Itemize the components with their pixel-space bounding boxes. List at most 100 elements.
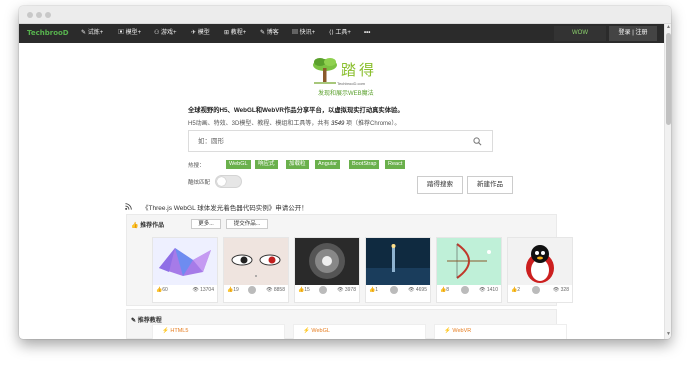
recommended-works-label: 推荐作品 [140, 223, 165, 229]
hot-tag-angular[interactable]: Angular [315, 160, 340, 169]
eyes-face-image [231, 254, 281, 277]
minimize-dot-icon[interactable] [36, 12, 42, 18]
submit-work-button[interactable]: 提交作品... [226, 219, 268, 229]
tutorial-category-label: WebVR [452, 328, 472, 334]
hot-search-label: 热搜： [188, 163, 205, 169]
hot-tag-react[interactable]: React [385, 160, 406, 169]
hot-tag-responsive[interactable]: 响应式 [255, 160, 278, 169]
nav-item-youxi[interactable]: ⚇ 游戏+ [154, 24, 177, 43]
view-count: 👁 8858 [266, 287, 285, 293]
recommended-works-panel: 👍 推荐作品 更多... 提交作品... 👍60 👁 13704 👍19 👁 8… [126, 214, 573, 306]
work-card-1[interactable]: 👍60 👁 13704 [152, 237, 218, 303]
work-thumbnail[interactable] [366, 238, 430, 285]
night-scene-image [366, 244, 430, 285]
recommended-works-title: 👍 推荐作品 [131, 220, 164, 229]
scroll-up-arrow-icon[interactable]: ▲ [665, 24, 671, 31]
tutorial-card-html5[interactable]: ⚡ HTML5 [152, 324, 285, 339]
tree-logo-icon [313, 58, 337, 84]
tade-search-button[interactable]: 踏得搜索 [417, 176, 463, 194]
view-count: 👁 3978 [337, 287, 356, 293]
work-thumbnail[interactable] [224, 238, 288, 285]
nav-item-moxing-2[interactable]: ✈ 模型 [191, 24, 210, 43]
work-card-3[interactable]: 👍15 👁 3978 [294, 237, 360, 303]
notice-link[interactable]: 《Three.js WebGL 球体发光着色器代码实例》申请公开！ [142, 202, 308, 212]
like-count: 👍60 [156, 287, 168, 293]
view-count-value: 4695 [415, 287, 427, 293]
login-register-link[interactable]: 登录 | 注册 [609, 26, 657, 41]
hot-tag-bootstrap[interactable]: BootStrap [349, 160, 380, 169]
intro-description: H5动画、特效、3D模型、教程、模组和工具等，共有 3549 项（推荐Chrom… [188, 118, 400, 127]
author-avatar[interactable] [248, 286, 256, 294]
intro-description-suffix: 项（推荐Chrome）。 [346, 121, 401, 127]
logo-slogan: 发现和展示WEB魔法 [318, 91, 374, 97]
view-count-value: 8858 [273, 287, 285, 293]
nav-item-shilian[interactable]: ✎ 试炼+ [81, 24, 103, 43]
like-count: 👍15 [298, 287, 310, 293]
nav-item-kuaixun[interactable]: ▤ 快讯+ [292, 24, 315, 43]
author-avatar[interactable] [461, 286, 469, 294]
work-card-4[interactable]: 👍1 👁 4695 [365, 237, 431, 303]
work-thumbnail[interactable] [437, 238, 501, 285]
like-count: 👍2 [511, 287, 521, 293]
work-thumbnail[interactable] [295, 238, 359, 285]
screenshot-stage: TechbrooD ✎ 试炼+ ▣ 模型+ ⚇ 游戏+ ✈ 模型 ⊞ 教程+ ✎… [0, 0, 690, 371]
low-poly-bird-image [159, 248, 211, 276]
create-work-button[interactable]: 新建作品 [467, 176, 513, 194]
tutorial-category-label: WebGL [311, 328, 330, 334]
tutorial-card-webgl[interactable]: ⚡ WebGL [293, 324, 426, 339]
pencil-icon: ✎ [131, 318, 137, 324]
hot-tag-loader[interactable]: 加载粒 [286, 160, 309, 169]
work-card-6[interactable]: 👍2 👁 328 [507, 237, 573, 303]
works-count: 3549 [331, 121, 345, 127]
window-titlebar [19, 6, 671, 24]
scroll-down-arrow-icon[interactable]: ▼ [665, 331, 671, 338]
page-scrollbar[interactable]: ▲ ▼ [664, 24, 671, 339]
bow-arrow-image [447, 243, 491, 279]
browser-window: TechbrooD ✎ 试炼+ ▣ 模型+ ⚇ 游戏+ ✈ 模型 ⊞ 教程+ ✎… [19, 6, 671, 339]
tutorial-card-webvr[interactable]: ⚡ WebVR [434, 324, 567, 339]
like-count: 👍1 [369, 287, 379, 293]
like-count-value: 60 [162, 287, 168, 293]
hot-tag-webgl[interactable]: WebGL [226, 160, 251, 169]
nav-more-icon[interactable]: ••• [364, 24, 370, 43]
tutorial-category-webvr: ⚡ WebVR [444, 328, 472, 334]
more-works-button[interactable]: 更多... [191, 219, 221, 229]
work-card-2[interactable]: 👍19 👁 8858 [223, 237, 289, 303]
wow-button[interactable]: WOW [554, 26, 606, 41]
work-card-5[interactable]: 👍8 👁 1410 [436, 237, 502, 303]
maximize-dot-icon[interactable] [45, 12, 51, 18]
author-avatar[interactable] [390, 286, 398, 294]
search-input[interactable] [189, 131, 469, 151]
cool-match-label: 酷炫匹配 [188, 180, 211, 186]
nav-item-boke[interactable]: ✎ 博客 [260, 24, 279, 43]
like-count-value: 15 [304, 287, 310, 293]
nav-item-jiaocheng[interactable]: ⊞ 教程+ [224, 24, 246, 43]
view-count-value: 13704 [200, 287, 214, 293]
like-count-value: 2 [517, 287, 521, 293]
author-avatar[interactable] [319, 286, 327, 294]
search-icon[interactable] [473, 137, 482, 146]
like-count-value: 8 [446, 287, 450, 293]
top-navbar: TechbrooD ✎ 试炼+ ▣ 模型+ ⚇ 游戏+ ✈ 模型 ⊞ 教程+ ✎… [19, 24, 664, 43]
work-thumbnail[interactable] [153, 238, 217, 285]
like-count-value: 19 [233, 287, 239, 293]
close-dot-icon[interactable] [27, 12, 33, 18]
recommended-tutorials-title: ✎ 推荐教程 [131, 315, 162, 324]
brand-logo[interactable]: TechbrooD [27, 24, 69, 43]
tutorial-category-label: HTML5 [170, 328, 189, 334]
rss-icon [125, 203, 132, 210]
glowing-sphere-image [309, 243, 345, 279]
view-count: 👁 1410 [479, 287, 498, 293]
view-count-value: 1410 [486, 287, 498, 293]
nav-item-moxing[interactable]: ▣ 模型+ [118, 24, 141, 43]
nav-item-gongju[interactable]: ⟨⟩ 工具+ [329, 24, 351, 43]
author-avatar[interactable] [532, 286, 540, 294]
main-content: 踏得 TechbrooD.com 发现和展示WEB魔法 全球视野的H5、WebG… [19, 43, 664, 339]
tutorial-category-webgl: ⚡ WebGL [303, 328, 330, 334]
scrollbar-thumb[interactable] [666, 33, 671, 125]
tutorial-category-html5: ⚡ HTML5 [162, 328, 189, 334]
work-thumbnail[interactable] [508, 238, 572, 285]
thumbs-up-icon: 👍 [131, 223, 139, 229]
recommended-tutorials-panel: ✎ 推荐教程 ⚡ HTML5 ⚡ WebGL ⚡ WebVR [126, 309, 567, 339]
cool-match-toggle[interactable] [215, 175, 242, 188]
